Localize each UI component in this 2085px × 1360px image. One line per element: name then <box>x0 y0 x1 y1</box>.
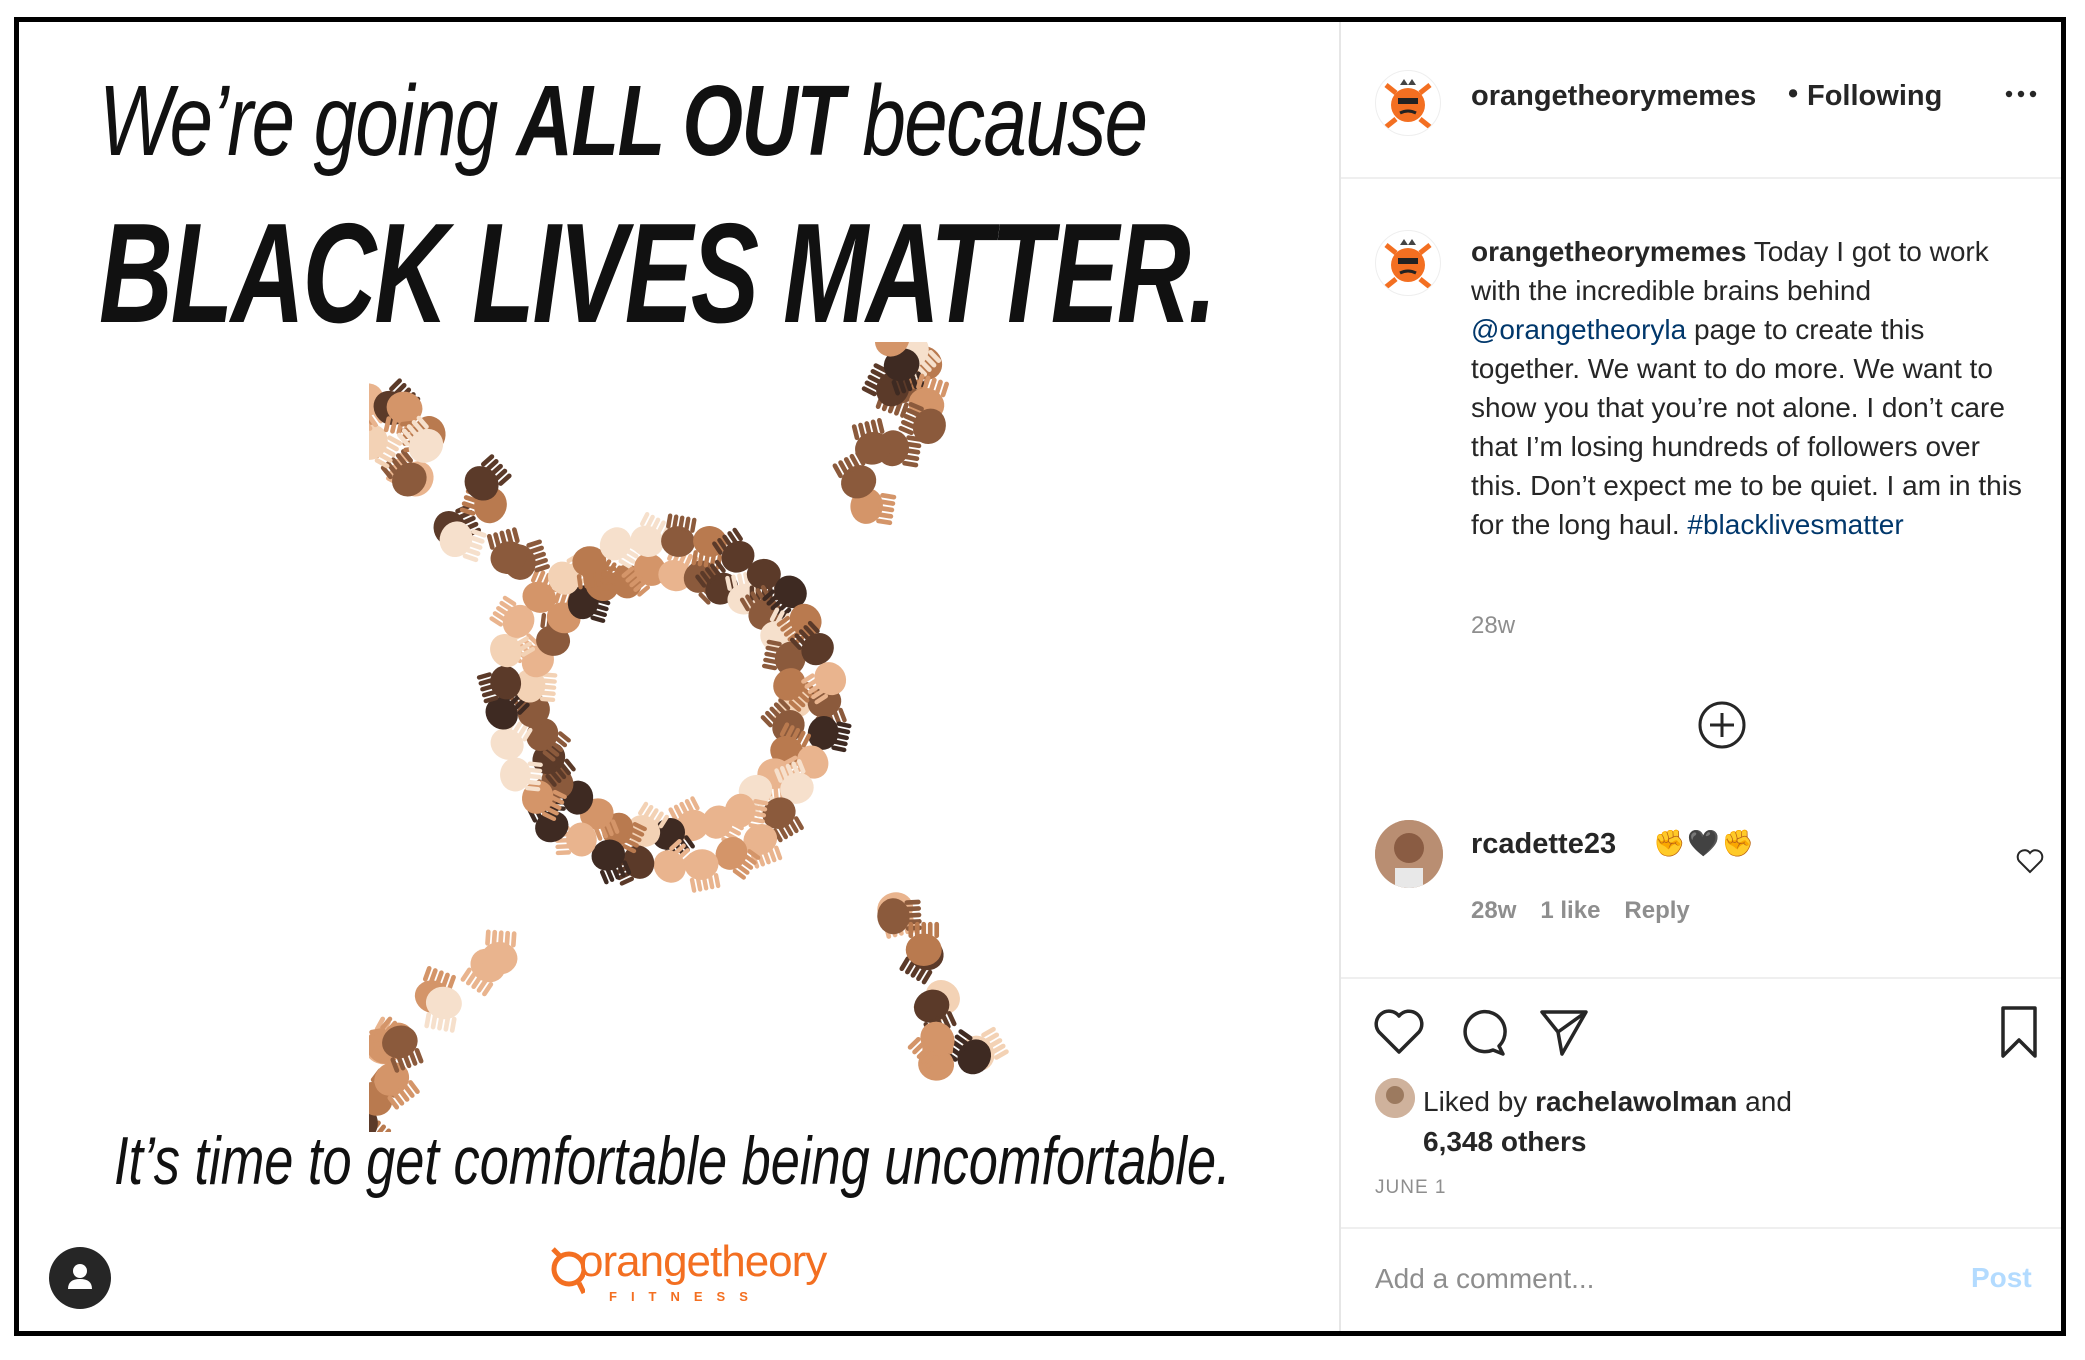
comment-like-count[interactable]: 1 like <box>1540 897 1600 924</box>
comment-text: ✊🖤✊ <box>1653 828 1757 858</box>
divider <box>1341 977 2061 979</box>
bookmark-icon[interactable] <box>1991 1004 2047 1060</box>
speech-bubble-icon[interactable] <box>1453 1004 1509 1060</box>
post-date: JUNE 1 <box>1375 1177 1447 1198</box>
heart-icon[interactable] <box>2015 846 2045 876</box>
person-photo-icon <box>1375 1078 1415 1118</box>
post-comment-button[interactable]: Post <box>1971 1262 2032 1294</box>
liked-by-text: Liked by rachelawolman and 6,348 others <box>1423 1086 1792 1157</box>
tagline: It’s time to get comfortable being uncom… <box>114 1123 1231 1199</box>
tagged-people-button[interactable] <box>49 1247 111 1309</box>
headline-line-1: We’re going ALL OUT because <box>99 65 1148 177</box>
comment-meta: 28w 1 like Reply <box>1471 897 1714 925</box>
commenter-avatar[interactable] <box>1375 820 1443 888</box>
following-button[interactable]: Following <box>1807 80 1942 113</box>
heart-icon[interactable] <box>1371 1004 1427 1060</box>
post-caption: orangetheorymemes Today I got to work wi… <box>1471 232 2031 544</box>
liked-by-avatar[interactable] <box>1375 1078 1415 1118</box>
user-icon <box>68 1264 92 1289</box>
brand-name: orangetheory <box>579 1237 827 1286</box>
plus-circle-icon[interactable] <box>1696 699 1748 751</box>
hands-logo-graphic <box>369 342 1009 1132</box>
commenter-username[interactable]: rcadette23 <box>1471 828 1616 861</box>
liked-by-others[interactable]: 6,348 others <box>1423 1126 1586 1157</box>
author-avatar[interactable] <box>1375 70 1441 136</box>
separator-dot: • <box>1788 78 1799 110</box>
paper-plane-icon[interactable] <box>1536 1004 1592 1060</box>
post-side-panel: orangetheorymemes • Following orangetheo… <box>1339 22 2061 1331</box>
divider <box>1341 1227 2061 1229</box>
more-horizontal-icon[interactable] <box>2001 84 2041 104</box>
author-username[interactable]: orangetheorymemes <box>1471 80 1756 113</box>
comment-reply-button[interactable]: Reply <box>1624 897 1689 924</box>
caption-text-2: page to create this together. We want to… <box>1471 314 2022 540</box>
brand-subtitle: FITNESS <box>609 1289 762 1304</box>
liked-by-user[interactable]: rachelawolman <box>1535 1086 1737 1117</box>
orangetheory-logo: orangetheory FITNESS <box>549 1237 839 1317</box>
instagram-post-window: We’re going ALL OUT because BLACK LIVES … <box>14 17 2066 1336</box>
add-comment-input[interactable] <box>1375 1257 1935 1301</box>
orangetheory-meme-avatar-icon <box>1384 79 1432 129</box>
caption-author-avatar[interactable] <box>1375 230 1441 296</box>
headline-line-2: BLACK LIVES MATTER. <box>99 194 1217 353</box>
post-image[interactable]: We’re going ALL OUT because BLACK LIVES … <box>19 22 1339 1331</box>
caption-timestamp: 28w <box>1471 612 1516 639</box>
caption-hashtag-link[interactable]: #blacklivesmatter <box>1687 509 1903 540</box>
person-photo-icon <box>1375 820 1443 888</box>
post-header: orangetheorymemes • Following <box>1341 22 2061 179</box>
caption-username[interactable]: orangetheorymemes <box>1471 236 1746 267</box>
caption-mention-link[interactable]: @orangetheoryla <box>1471 314 1686 345</box>
comment-timestamp: 28w <box>1471 897 1517 924</box>
orangetheory-meme-avatar-icon <box>1384 239 1432 289</box>
